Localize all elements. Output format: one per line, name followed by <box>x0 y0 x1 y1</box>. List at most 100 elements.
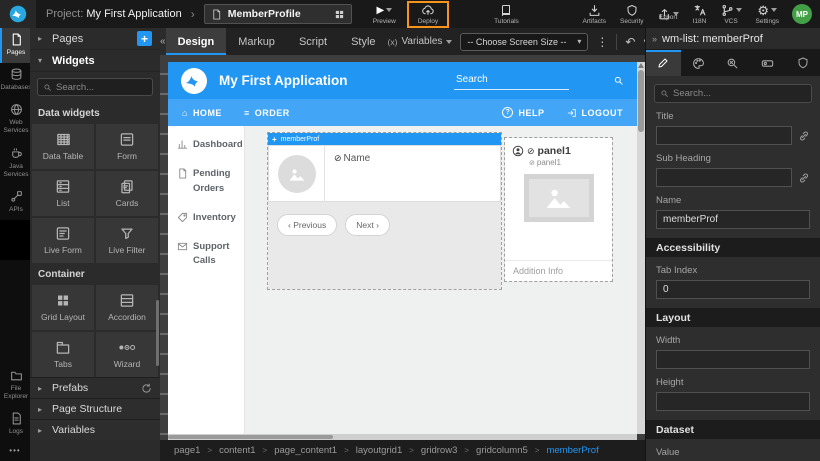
breadcrumb-item[interactable]: layoutgrid1 <box>356 445 402 456</box>
tab-style[interactable]: Style <box>339 28 387 55</box>
list-item-template[interactable]: ⊘ Name <box>268 145 501 202</box>
i18n-button[interactable]: I18N <box>686 4 714 25</box>
widget-tile-cards[interactable]: Cards <box>96 171 158 216</box>
variables-accordion-header[interactable]: ▸ Variables <box>30 419 160 440</box>
deploy-button[interactable]: Deploy <box>411 4 445 25</box>
preview-button[interactable]: ▶ Preview <box>366 4 403 25</box>
widget-search-input[interactable] <box>56 82 147 93</box>
breadcrumb-item[interactable]: page_content1 <box>274 445 337 456</box>
canvas-horizontal-scrollbar[interactable] <box>168 434 637 440</box>
add-page-button[interactable]: + <box>137 31 152 46</box>
activity-item-databases[interactable]: Databases <box>0 63 30 98</box>
page-selector[interactable]: MemberProfile <box>204 4 352 24</box>
screen-size-select[interactable]: -- Choose Screen Size -- ▾ <box>460 33 588 51</box>
bind-link-icon[interactable] <box>798 172 810 184</box>
sidebar-item-pending-orders[interactable]: Pending Orders <box>177 167 235 196</box>
activity-item-pages[interactable]: Pages <box>0 28 30 63</box>
name-field[interactable] <box>656 210 810 229</box>
subheading-field[interactable] <box>656 168 792 187</box>
left-panel: ▸ Pages + ▾ Widgets Data widgets Data Ta… <box>30 28 160 461</box>
sidebar-item-support-calls[interactable]: Support Calls <box>177 240 235 269</box>
list-widget-memberprof[interactable]: + memberProf <box>268 133 501 289</box>
search-icon[interactable] <box>613 75 624 86</box>
widget-tile-list[interactable]: List <box>32 171 94 216</box>
section-dataset[interactable]: Dataset <box>646 420 820 439</box>
panel-widget-panel1[interactable]: ⊘ panel1 ⊘ panel1 Addition <box>505 138 612 281</box>
section-layout[interactable]: Layout <box>646 308 820 327</box>
widget-selection-header[interactable]: + memberProf <box>268 133 501 145</box>
nav-item-help[interactable]: ? HELP <box>502 107 544 118</box>
wavemaker-logo[interactable] <box>0 0 36 28</box>
variables-menu-button[interactable]: (x) Variables <box>388 36 453 47</box>
left-panel-scrollbar[interactable] <box>156 300 159 366</box>
widget-tile-form[interactable]: Form <box>96 124 158 169</box>
undo-button[interactable]: ↶ <box>625 35 635 49</box>
title-field[interactable] <box>656 126 792 145</box>
breadcrumb-item[interactable]: content1 <box>219 445 255 456</box>
nav-item-home[interactable]: ⌂ HOME <box>182 108 222 118</box>
breadcrumb-item[interactable]: gridcolumn5 <box>476 445 528 456</box>
panel-image-placeholder[interactable] <box>524 174 594 222</box>
refresh-icon[interactable] <box>141 383 152 394</box>
tab-security[interactable] <box>785 50 820 76</box>
breadcrumb-item[interactable]: gridrow3 <box>421 445 457 456</box>
widget-tile-live-form[interactable]: Live Form <box>32 218 94 263</box>
settings-button[interactable]: ⚙ Settings <box>749 4 787 25</box>
breadcrumb-item-active[interactable]: memberProf <box>546 445 598 456</box>
tab-events[interactable] <box>716 50 751 76</box>
container-section-title: Container <box>30 263 160 285</box>
activity-overflow-button[interactable]: ••• <box>0 442 30 461</box>
scrollbar-thumb[interactable] <box>168 435 333 439</box>
app-search-input[interactable]: Search <box>454 72 569 90</box>
export-button[interactable]: Export <box>651 8 686 21</box>
pages-accordion-header[interactable]: ▸ Pages + <box>30 28 160 50</box>
vcs-button[interactable]: VCS <box>714 4 749 25</box>
tab-design[interactable]: Design <box>166 28 227 55</box>
tab-properties[interactable] <box>646 50 681 76</box>
security-button[interactable]: Security <box>613 4 650 25</box>
tab-script[interactable]: Script <box>287 28 339 55</box>
width-field[interactable] <box>656 350 810 369</box>
bind-link-icon[interactable] <box>798 130 810 142</box>
list-item-name-field[interactable]: ⊘ Name <box>325 146 379 201</box>
prefabs-accordion-header[interactable]: ▸ Prefabs <box>30 377 160 398</box>
widget-tile-wizard[interactable]: Wizard <box>96 332 158 377</box>
previous-page-button[interactable]: ‹ Previous <box>277 214 337 236</box>
panel-header[interactable]: ⊘ panel1 <box>505 138 612 157</box>
widget-tile-live-filter[interactable]: Live Filter <box>96 218 158 263</box>
nav-item-order[interactable]: ≡ ORDER <box>244 108 290 118</box>
play-icon: ▶ <box>376 5 384 16</box>
widget-tile-tabs[interactable]: Tabs <box>32 332 94 377</box>
section-accessibility[interactable]: Accessibility <box>646 238 820 257</box>
widgets-accordion-header[interactable]: ▾ Widgets <box>30 50 160 72</box>
activity-item-logs[interactable]: Logs <box>0 407 30 442</box>
tab-devices[interactable] <box>750 50 785 76</box>
activity-item-java-services[interactable]: Java Services <box>0 142 30 185</box>
tab-styles[interactable] <box>681 50 716 76</box>
studio-topbar: Project: My First Application › MemberPr… <box>0 0 820 28</box>
user-avatar[interactable]: MP <box>792 4 812 24</box>
activity-item-apis[interactable]: APIs <box>0 185 30 220</box>
activity-item-web-services[interactable]: Web Services <box>0 98 30 141</box>
breadcrumb-item[interactable]: page1 <box>174 445 200 456</box>
page-structure-accordion-header[interactable]: ▸ Page Structure <box>30 398 160 419</box>
scrollbar-thumb[interactable] <box>638 70 644 132</box>
height-field[interactable] <box>656 392 810 411</box>
widget-tile-accordion[interactable]: Accordion <box>96 285 158 330</box>
more-options-button[interactable]: ⋮ <box>596 35 608 49</box>
scroll-up-arrow[interactable] <box>638 63 644 68</box>
sidebar-item-inventory[interactable]: Inventory <box>177 211 235 225</box>
activity-item-file-explorer[interactable]: File Explorer <box>0 364 30 407</box>
artifacts-button[interactable]: Artifacts <box>576 4 613 25</box>
nav-item-logout[interactable]: LOGOUT <box>567 108 624 118</box>
widget-tile-data-table[interactable]: Data Table <box>32 124 94 169</box>
sidebar-item-dashboard[interactable]: Dashboard <box>177 138 235 152</box>
tab-markup[interactable]: Markup <box>226 28 287 55</box>
properties-search-input[interactable] <box>673 88 806 99</box>
expand-panel-button[interactable]: » <box>652 34 657 44</box>
next-page-button[interactable]: Next › <box>345 214 390 236</box>
tutorials-button[interactable]: Tutorials <box>487 4 526 25</box>
tabindex-field[interactable] <box>656 280 810 299</box>
widget-tile-grid-layout[interactable]: Grid Layout <box>32 285 94 330</box>
canvas-vertical-scrollbar[interactable] <box>637 62 645 434</box>
